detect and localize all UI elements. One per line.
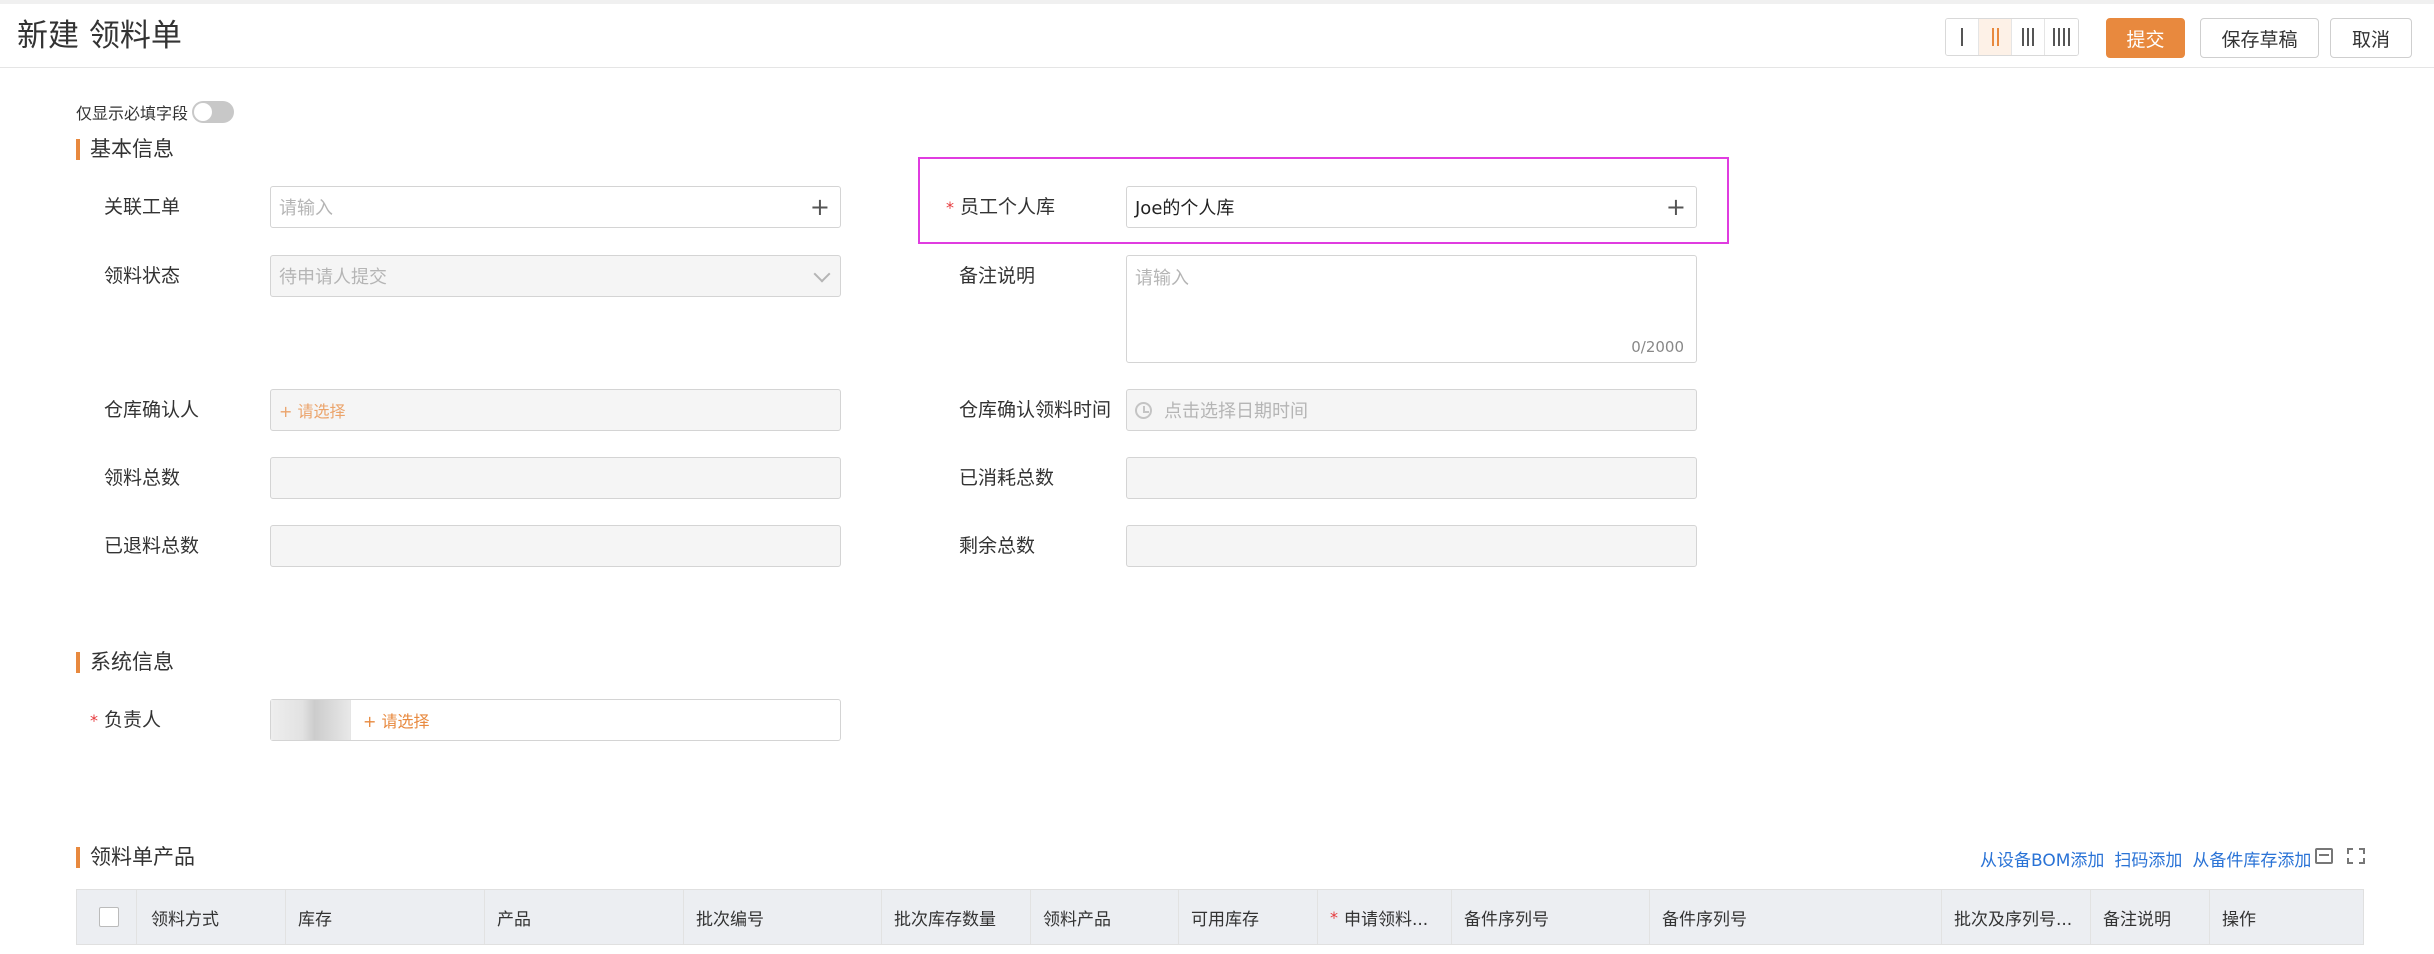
column-header[interactable]: 可用库存	[1179, 890, 1318, 944]
remarks-placeholder: 请输入	[1135, 268, 1189, 289]
total-returned-field	[270, 525, 841, 567]
section-system-info: 系统信息	[76, 650, 174, 674]
warehouse-confirmer-label: 仓库确认人	[104, 399, 200, 421]
column-header[interactable]: 备件序列号	[1452, 890, 1650, 944]
remarks-textarea[interactable]: 请输入 0/2000	[1126, 255, 1697, 363]
owner-field[interactable]: + 请选择	[270, 699, 841, 741]
total-requested-label: 领料总数	[104, 467, 181, 489]
status-select: 待申请人提交	[270, 255, 841, 297]
status-label: 领料状态	[104, 265, 181, 287]
confirm-time-picker: 点击选择日期时间	[1126, 389, 1697, 431]
remarks-label: 备注说明	[959, 265, 1036, 287]
page-header: 新建 领料单 提交 保存草稿 取消	[0, 4, 2434, 68]
clock-icon	[1135, 401, 1152, 419]
required-only-toggle[interactable]	[192, 101, 235, 123]
column-header[interactable]: * 申请领料...	[1318, 890, 1452, 944]
column-header[interactable]: 领料产品	[1031, 890, 1179, 944]
column-header: 操作	[2222, 909, 2256, 930]
save-draft-button[interactable]: 保存草稿	[2200, 18, 2319, 58]
related-order-field[interactable]: 请输入 +	[270, 186, 841, 228]
column-header[interactable]: 备注说明	[2091, 890, 2210, 944]
column-header[interactable]: 产品	[485, 890, 684, 944]
column-settings-icon[interactable]	[2315, 848, 2333, 864]
two-bars-icon	[1991, 28, 1999, 46]
plus-icon[interactable]: +	[1666, 195, 1686, 219]
avatar	[271, 700, 351, 740]
add-from-stock-link[interactable]: 从备件库存添加	[2192, 846, 2311, 871]
add-from-bom-link[interactable]: 从设备BOM添加	[1980, 846, 2104, 871]
remarks-counter: 0/2000	[1631, 338, 1684, 356]
layout-4-column-button[interactable]	[2045, 19, 2078, 55]
total-returned-label: 已退料总数	[104, 535, 200, 557]
warehouse-confirmer-select: + 请选择	[279, 402, 346, 421]
product-add-actions: 从设备BOM添加 扫码添加 从备件库存添加	[1980, 846, 2311, 871]
column-header[interactable]: 批次库存数量	[882, 890, 1031, 944]
layout-2-column-button[interactable]	[1979, 19, 2012, 55]
layout-1-column-button[interactable]	[1946, 19, 1979, 55]
warehouse-confirmer-field: + 请选择	[270, 389, 841, 431]
confirm-time-placeholder: 点击选择日期时间	[1164, 401, 1308, 422]
required-only-toggle-row: 仅显示必填字段	[76, 100, 235, 124]
personal-warehouse-label-text: 员工个人库	[960, 196, 1056, 218]
four-bars-icon	[2053, 28, 2070, 46]
personal-warehouse-label: * 员工个人库	[946, 193, 1055, 222]
product-table-header: 领料方式 库存 产品 批次编号 批次库存数量 领料产品 可用库存 * 申请领料..…	[76, 889, 2364, 945]
one-bar-icon	[1961, 28, 1963, 46]
total-remaining-label: 剩余总数	[959, 535, 1036, 557]
select-all-checkbox[interactable]	[99, 907, 119, 927]
owner-select-link[interactable]: + 请选择	[363, 708, 430, 732]
select-all-cell	[77, 890, 137, 944]
column-header[interactable]: 库存	[286, 890, 485, 944]
related-order-placeholder: 请输入	[279, 198, 333, 219]
personal-warehouse-value: Joe的个人库	[1135, 198, 1235, 219]
column-header[interactable]: 批次编号	[684, 890, 882, 944]
total-consumed-label: 已消耗总数	[959, 467, 1055, 489]
owner-label-text: 负责人	[104, 709, 162, 731]
page-title: 新建 领料单	[17, 18, 182, 54]
status-value: 待申请人提交	[279, 267, 387, 288]
required-marker: *	[946, 198, 954, 217]
owner-label: * 负责人	[90, 706, 161, 735]
required-only-label: 仅显示必填字段	[76, 104, 189, 123]
column-header[interactable]: 领料方式	[137, 890, 286, 944]
related-order-label: 关联工单	[104, 196, 181, 218]
column-header[interactable]: 批次及序列号...	[1942, 890, 2091, 944]
layout-column-switch	[1945, 18, 2079, 56]
personal-warehouse-field[interactable]: Joe的个人库 +	[1126, 186, 1697, 228]
chevron-down-icon	[813, 265, 831, 283]
submit-button[interactable]: 提交	[2106, 18, 2185, 58]
column-header-text: 申请领料...	[1344, 909, 1429, 930]
section-products: 领料单产品	[76, 845, 195, 869]
cancel-button[interactable]: 取消	[2330, 18, 2412, 58]
fullscreen-icon[interactable]	[2347, 848, 2365, 864]
three-bars-icon	[2022, 28, 2034, 46]
plus-icon[interactable]: +	[810, 195, 830, 219]
column-header[interactable]: 备件序列号	[1650, 890, 1942, 944]
section-basic-info: 基本信息	[76, 137, 174, 161]
total-remaining-field	[1126, 525, 1697, 567]
scan-add-link[interactable]: 扫码添加	[2114, 846, 2182, 871]
layout-3-column-button[interactable]	[2012, 19, 2045, 55]
confirm-time-label: 仓库确认领料时间	[959, 399, 1112, 421]
required-marker: *	[1330, 907, 1338, 927]
required-marker: *	[90, 711, 98, 730]
total-requested-field	[270, 457, 841, 499]
total-consumed-field	[1126, 457, 1697, 499]
